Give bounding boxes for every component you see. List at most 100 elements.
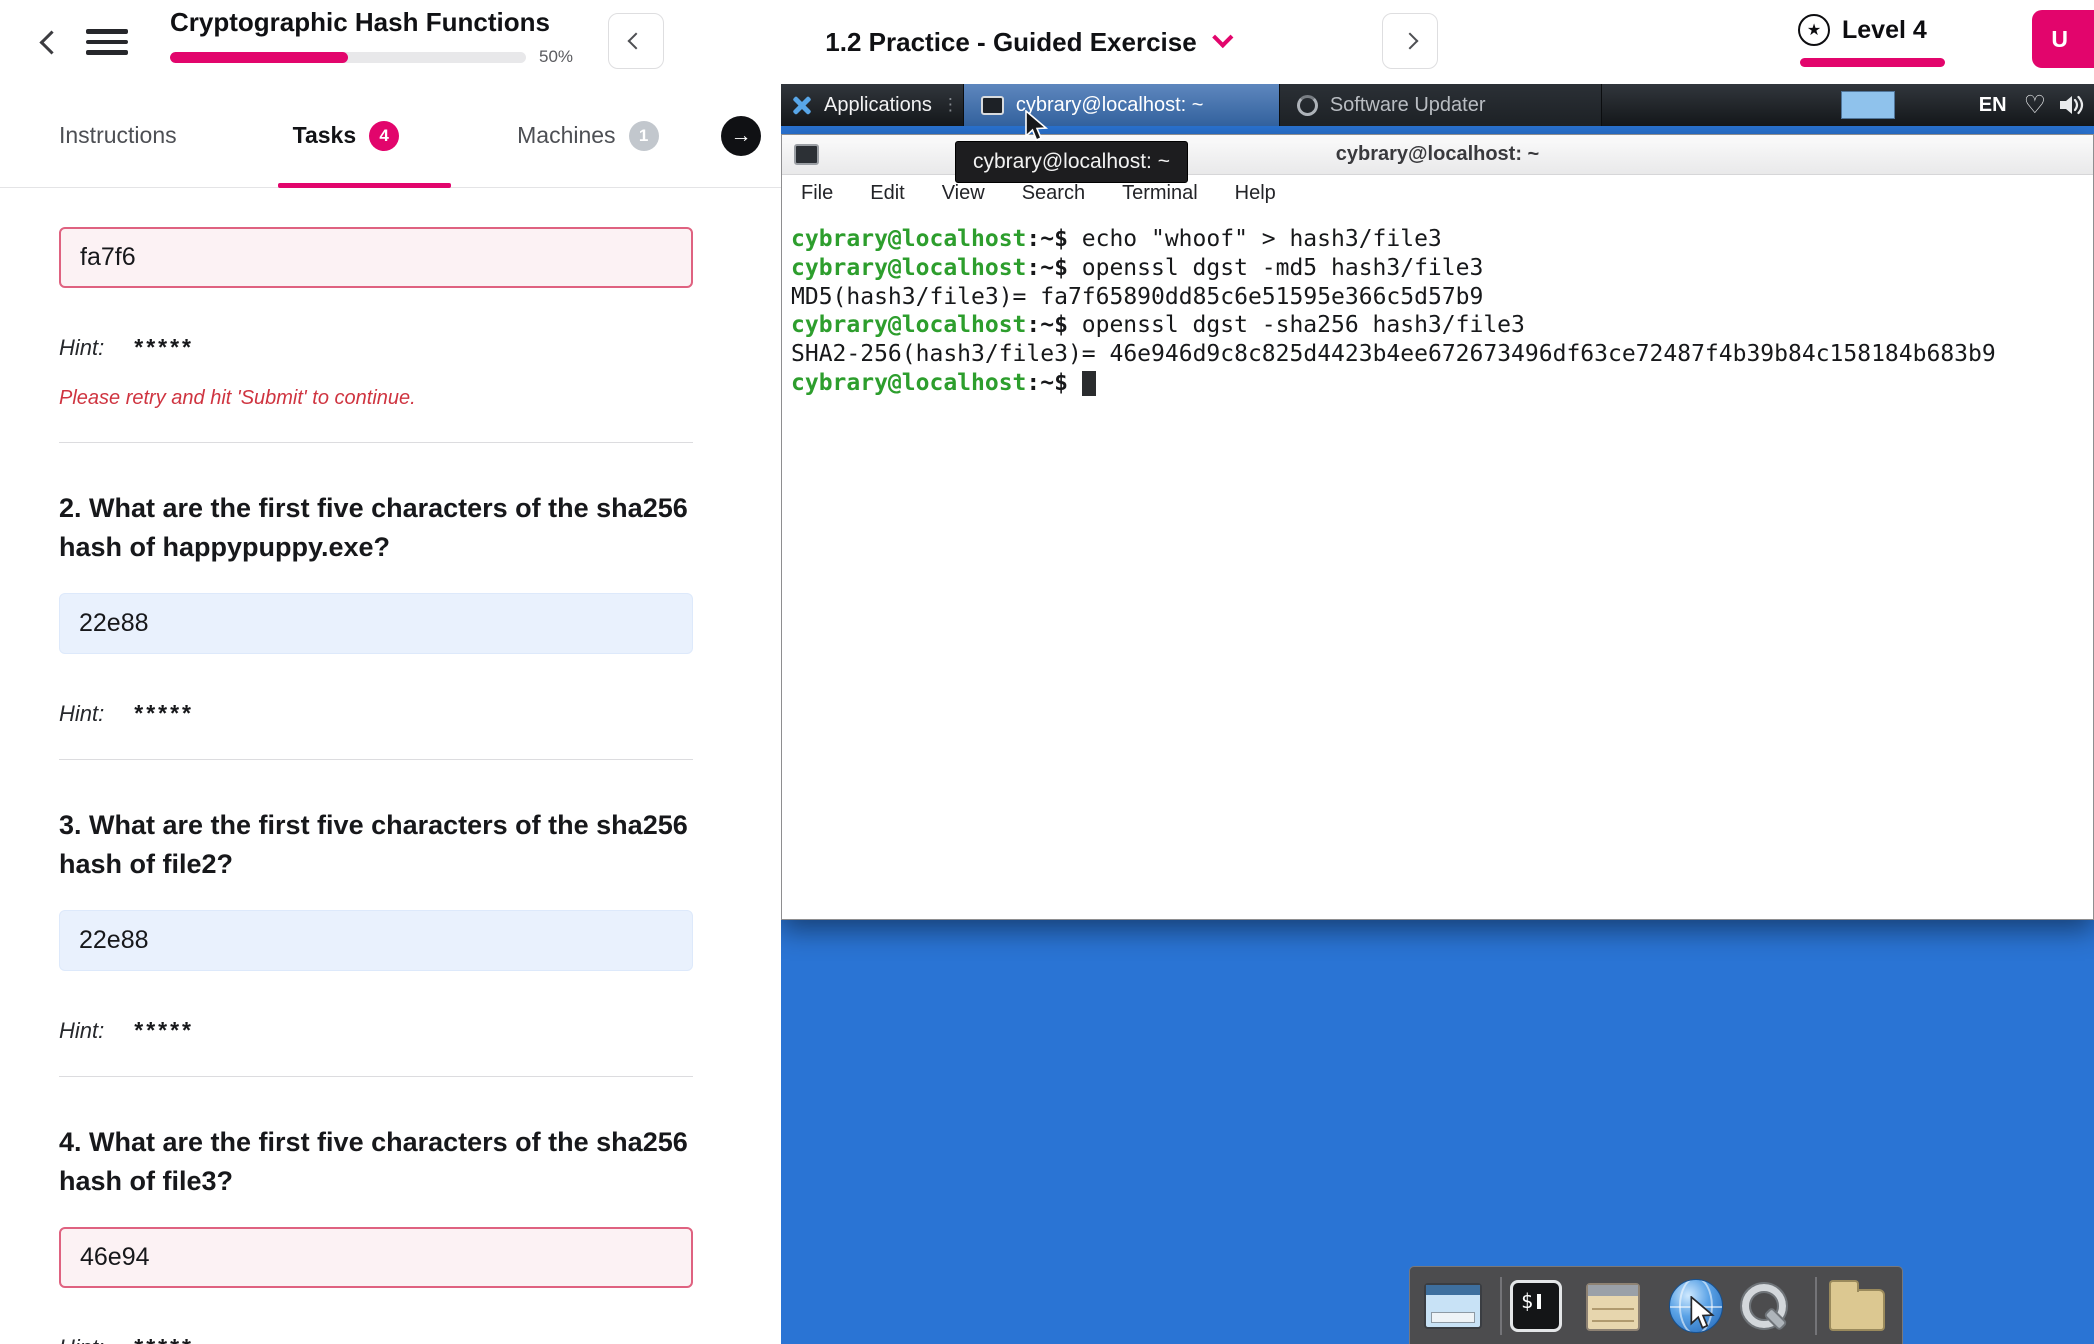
taskbar-window-terminal[interactable]: cybrary@localhost: ~ [963,84,1280,126]
dollar-glyph: $ [1521,1289,1533,1313]
next-lesson-button[interactable] [1382,13,1438,69]
dock-folder-icon[interactable] [1829,1289,1885,1331]
hint-label: Hint: [59,1018,104,1044]
terminal-line: cybrary@localhost:~$echo "whoof" > hash3… [791,225,2084,254]
course-progress-bar [170,52,526,63]
tab-instructions-label: Instructions [59,122,177,149]
tab-machines-label: Machines [517,122,615,149]
taskbar-handle-icon: ⋮ [942,95,959,115]
q4-answer-input[interactable] [59,1227,693,1288]
q1-answer-input[interactable] [59,227,693,288]
hint-value: ***** [134,1017,194,1044]
q3-answer-input[interactable] [59,910,693,971]
menu-file[interactable]: File [801,182,833,205]
question-3-text: 3. What are the first five characters of… [59,806,693,884]
hamburger-menu-button[interactable] [86,23,128,61]
hint-value: ***** [134,700,194,727]
tab-tasks[interactable]: Tasks 4 [293,121,400,151]
menu-view[interactable]: View [942,182,985,205]
level-star-icon: ★ [1798,14,1830,46]
level-indicator: ★ Level 4 [1798,14,1927,46]
hint-label: Hint: [59,1335,104,1344]
chevron-left-icon [39,30,63,54]
tabs-next-arrow-button[interactable]: → [721,116,761,156]
q2-answer-input[interactable] [59,593,693,654]
divider [59,442,693,443]
upgrade-button[interactable]: U [2032,10,2094,68]
dock-terminal-icon[interactable]: $ [1510,1280,1562,1332]
level-progress-bar [1800,58,1945,67]
menu-edit[interactable]: Edit [870,182,904,205]
previous-lesson-button[interactable] [608,13,664,69]
hint-label: Hint: [59,701,104,727]
terminal-line: cybrary@localhost:~$ [791,369,2084,398]
tab-tasks-label: Tasks [293,122,357,149]
dock-search-icon[interactable] [1738,1280,1788,1332]
applications-label: Applications [824,94,932,117]
dock-separator [1815,1277,1817,1335]
hint-value: ***** [134,1334,194,1344]
terminal-output[interactable]: cybrary@localhost:~$echo "whoof" > hash3… [782,212,2093,411]
menu-help[interactable]: Help [1235,182,1276,205]
arrow-right-icon: → [731,124,752,148]
remote-desktop-view[interactable]: Applications ⋮ cybrary@localhost: ~ Soft… [781,84,2094,1344]
hint-value: ***** [134,334,194,361]
course-title: Cryptographic Hash Functions [170,7,573,38]
applications-menu-button[interactable]: Applications [781,84,942,126]
retry-message: Please retry and hit 'Submit' to continu… [59,387,693,410]
hint-row: Hint: ***** [59,334,693,361]
tab-instructions[interactable]: Instructions [59,122,177,149]
xubuntu-logo-icon [791,94,813,116]
terminal-window[interactable]: cybrary@localhost: ~ File Edit View Sear… [781,134,2094,920]
terminal-line: SHA2-256(hash3/file3)= 46e946d9c8c825d44… [791,340,2084,369]
chevron-down-icon [1213,27,1234,48]
tab-machines[interactable]: Machines 1 [517,121,658,151]
desktop-taskbar: Applications ⋮ cybrary@localhost: ~ Soft… [781,84,2094,126]
dock-file-manager-icon[interactable] [1586,1283,1640,1331]
divider [59,1076,693,1077]
volume-icon[interactable] [2058,93,2086,117]
terminal-icon [981,96,1004,115]
terminal-icon [794,144,819,165]
dock-panel-preview-icon[interactable] [1424,1283,1482,1329]
desktop-dock: $ [1409,1266,1903,1344]
hint-row: Hint: ***** [59,1334,693,1344]
back-button[interactable] [32,23,70,61]
question-4-text: 4. What are the first five characters of… [59,1123,693,1201]
language-indicator[interactable]: EN [1979,94,2007,117]
panel-tabs: Instructions Tasks 4 Machines 1 → [0,84,781,188]
question-2-text: 2. What are the first five characters of… [59,489,693,567]
heart-icon[interactable]: ♡ [2024,93,2046,118]
menu-search[interactable]: Search [1022,182,1085,205]
tasks-count-badge: 4 [369,121,399,151]
menu-terminal[interactable]: Terminal [1122,182,1198,205]
taskbar-tooltip: cybrary@localhost: ~ [955,141,1188,183]
dock-separator [1500,1277,1502,1335]
active-tab-underline [278,183,451,188]
lesson-title: 1.2 Practice - Guided Exercise [825,27,1196,58]
terminal-window-title: cybrary@localhost: ~ [1336,143,1539,166]
level-label: Level 4 [1842,16,1927,45]
workspace-pager[interactable] [1841,91,1895,119]
divider [59,759,693,760]
chevron-right-icon [1402,33,1419,50]
hint-label: Hint: [59,335,104,361]
hint-row: Hint: ***** [59,700,693,727]
course-info: Cryptographic Hash Functions 50% [170,7,573,67]
lab-side-panel: Instructions Tasks 4 Machines 1 → Hint: … [0,84,781,1344]
taskbar-window-software-updater[interactable]: Software Updater [1280,84,1602,126]
chevron-left-icon [628,33,645,50]
course-progress-fill [170,52,348,63]
mouse-cursor [1689,1296,1717,1337]
mouse-cursor [1024,110,1050,149]
terminal-line: cybrary@localhost:~$openssl dgst -sha256… [791,311,2084,340]
lesson-selector[interactable]: 1.2 Practice - Guided Exercise [825,0,1230,84]
software-updater-icon [1297,95,1318,116]
hint-row: Hint: ***** [59,1017,693,1044]
terminal-cursor [1082,371,1096,396]
taskbar-updater-label: Software Updater [1330,94,1486,117]
machines-count-badge: 1 [629,121,659,151]
terminal-line: MD5(hash3/file3)= fa7f65890dd85c6e51595e… [791,283,2084,312]
terminal-line: cybrary@localhost:~$openssl dgst -md5 ha… [791,254,2084,283]
tasks-content: Hint: ***** Please retry and hit 'Submit… [0,227,781,1344]
